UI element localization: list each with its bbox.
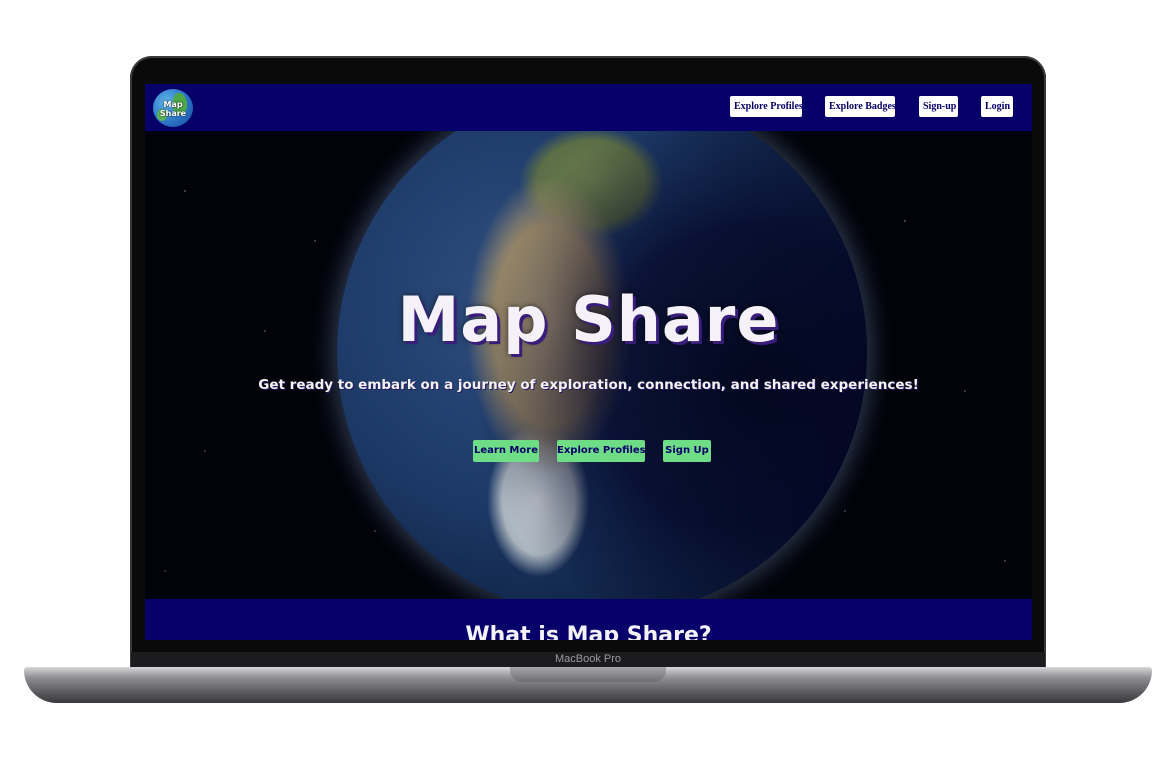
- about-title: What is Map Share?: [465, 623, 712, 640]
- screen-bezel-bottom: MacBook Pro: [131, 652, 1045, 668]
- sign-up-button[interactable]: Sign Up: [663, 440, 711, 462]
- explore-profiles-button[interactable]: Explore Profiles: [557, 440, 646, 462]
- earth-globe-image: [337, 131, 867, 599]
- hero-section: Map Share Get ready to embark on a journ…: [145, 131, 1032, 599]
- logo-text: Map Share: [159, 100, 187, 118]
- about-section: What is Map Share?: [145, 599, 1032, 640]
- laptop-notch: [510, 667, 666, 682]
- laptop-screen: Map Share Explore Profiles Explore Badge…: [145, 84, 1032, 640]
- nav-sign-up-button[interactable]: Sign-up: [919, 96, 958, 117]
- device-model-label: MacBook Pro: [554, 653, 622, 665]
- hero-subtitle: Get ready to embark on a journey of expl…: [258, 377, 919, 393]
- hero-title: Map Share: [397, 283, 780, 356]
- learn-more-button[interactable]: Learn More: [473, 440, 539, 462]
- nav-explore-badges-button[interactable]: Explore Badges: [825, 96, 896, 117]
- nav-login-button[interactable]: Login: [981, 96, 1013, 117]
- nav-explore-profiles-button[interactable]: Explore Profiles: [730, 96, 803, 117]
- globe-logo-icon[interactable]: Map Share: [153, 89, 193, 127]
- navbar: Map Share Explore Profiles Explore Badge…: [145, 84, 1032, 131]
